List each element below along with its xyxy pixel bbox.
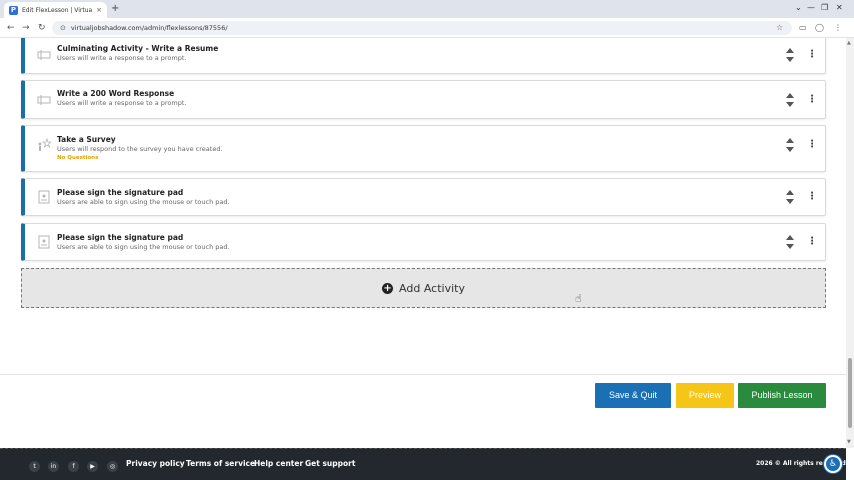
signature-icon bbox=[37, 235, 51, 249]
facebook-icon[interactable]: f bbox=[68, 461, 79, 472]
add-activity-button[interactable]: + Add Activity bbox=[21, 268, 826, 308]
tab-title: Edit FlexLesson | VirtualJobSha bbox=[22, 6, 93, 14]
activity-description: Users will write a response to a prompt. bbox=[57, 54, 187, 62]
publish-lesson-button[interactable]: Publish Lesson bbox=[738, 383, 826, 408]
site-favicon-icon: P bbox=[9, 5, 18, 15]
more-options-icon[interactable]: ⋮ bbox=[807, 48, 817, 62]
reorder-arrows-icon[interactable] bbox=[785, 137, 795, 153]
add-circle-icon: + bbox=[382, 282, 394, 294]
more-options-icon[interactable]: ⋮ bbox=[807, 93, 817, 107]
back-button[interactable]: ← bbox=[7, 22, 15, 34]
bookmark-star-icon[interactable]: ☆ bbox=[776, 23, 783, 32]
activity-title: Culminating Activity - Write a Resume bbox=[57, 44, 219, 53]
activity-card[interactable]: Write a 200 Word Response Users will wri… bbox=[21, 80, 826, 119]
scroll-down-icon[interactable]: ▼ bbox=[847, 439, 851, 445]
close-window-icon[interactable]: ✕ bbox=[836, 3, 843, 13]
activity-description: Users are able to sign using the mouse o… bbox=[57, 198, 230, 206]
reorder-arrows-icon[interactable] bbox=[785, 189, 795, 205]
terms-of-service-link[interactable]: Terms of service bbox=[186, 459, 255, 468]
cast-icon[interactable]: ▭ bbox=[799, 23, 807, 33]
more-options-icon[interactable]: ⋮ bbox=[807, 235, 817, 249]
twitter-icon[interactable]: t bbox=[29, 461, 40, 472]
reorder-arrows-icon[interactable] bbox=[785, 234, 795, 250]
activity-card[interactable]: Culminating Activity - Write a Resume Us… bbox=[21, 38, 826, 74]
preview-button[interactable]: Preview bbox=[676, 383, 734, 408]
activity-title: Please sign the signature pad bbox=[57, 188, 184, 197]
no-questions-warning: No Questions bbox=[57, 155, 99, 161]
url-bar[interactable]: ⊙ virtualjobshadow.com/admin/flexlessons… bbox=[52, 21, 792, 35]
scroll-up-icon[interactable]: ▲ bbox=[847, 40, 851, 46]
mouse-cursor-icon: ☝ bbox=[575, 292, 582, 305]
activity-title: Write a 200 Word Response bbox=[57, 89, 175, 98]
activity-title: Take a Survey bbox=[57, 135, 116, 144]
youtube-icon[interactable]: ▶ bbox=[87, 461, 98, 472]
forward-button[interactable]: → bbox=[22, 22, 30, 34]
more-options-icon[interactable]: ⋮ bbox=[807, 138, 817, 152]
instagram-icon[interactable]: ◎ bbox=[107, 461, 118, 472]
tab-close-icon[interactable]: × bbox=[96, 6, 102, 14]
browser-address-bar: ← → ↻ ⊙ virtualjobshadow.com/admin/flexl… bbox=[0, 18, 854, 38]
activity-description: Users are able to sign using the mouse o… bbox=[57, 243, 230, 251]
activity-card[interactable]: Take a Survey Users will respond to the … bbox=[21, 125, 826, 172]
browser-menu-icon[interactable]: ⋮ bbox=[834, 23, 842, 33]
activity-card[interactable]: Please sign the signature pad Users are … bbox=[21, 223, 826, 261]
more-options-icon[interactable]: ⋮ bbox=[807, 190, 817, 204]
minimize-window-icon[interactable]: — bbox=[807, 3, 815, 13]
activity-card[interactable]: Please sign the signature pad Users are … bbox=[21, 178, 826, 216]
activity-description: Users will respond to the survey you hav… bbox=[57, 145, 223, 153]
page-content: Culminating Activity - Write a Resume Us… bbox=[0, 38, 846, 448]
add-activity-label: Add Activity bbox=[399, 281, 465, 295]
profile-icon[interactable]: ◯ bbox=[815, 23, 824, 33]
save-quit-button[interactable]: Save & Quit bbox=[595, 383, 671, 408]
scrollbar-thumb[interactable] bbox=[848, 358, 852, 428]
privacy-policy-link[interactable]: Privacy policy bbox=[126, 459, 185, 468]
window-tab-search-icon[interactable]: ⌄ bbox=[795, 3, 802, 13]
reorder-arrows-icon[interactable] bbox=[785, 92, 795, 108]
url-text: virtualjobshadow.com/admin/flexlessons/8… bbox=[70, 24, 228, 32]
get-support-link[interactable]: Get support bbox=[305, 459, 355, 468]
browser-tab-bar: P Edit FlexLesson | VirtualJobSha × + ⌄ … bbox=[0, 0, 854, 18]
accessibility-icon[interactable]: ♿ bbox=[824, 455, 842, 473]
site-info-icon[interactable]: ⊙ bbox=[60, 24, 66, 32]
browser-tab[interactable]: P Edit FlexLesson | VirtualJobSha × bbox=[4, 2, 107, 18]
new-tab-button[interactable]: + bbox=[111, 3, 119, 15]
survey-icon bbox=[37, 137, 53, 152]
activity-title: Please sign the signature pad bbox=[57, 233, 184, 242]
linkedin-icon[interactable]: in bbox=[48, 461, 59, 472]
write-response-icon bbox=[37, 93, 51, 107]
help-center-link[interactable]: Help center bbox=[254, 459, 303, 468]
site-footer: t in f ▶ ◎ Privacy policy Terms of servi… bbox=[0, 448, 846, 480]
divider bbox=[0, 374, 846, 375]
reload-button[interactable]: ↻ bbox=[38, 22, 46, 34]
reorder-arrows-icon[interactable] bbox=[785, 47, 795, 63]
signature-icon bbox=[37, 190, 51, 204]
restore-window-icon[interactable]: ❐ bbox=[821, 3, 828, 13]
activity-description: Users will write a response to a prompt. bbox=[57, 99, 187, 107]
write-response-icon bbox=[37, 48, 51, 62]
